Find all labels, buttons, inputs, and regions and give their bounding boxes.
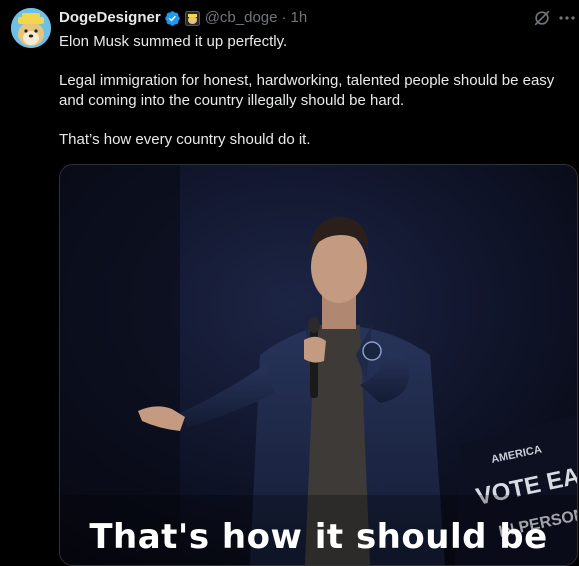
tweet[interactable]: DogeDesigner @cb_doge · 1h Elon Musk sum… [0, 0, 579, 566]
verified-badge-icon [164, 10, 181, 27]
avatar-image [11, 8, 51, 48]
tweet-text: Elon Musk summed it up perfectly. Legal … [59, 32, 574, 169]
grok-icon [534, 10, 550, 26]
tweet-header: DogeDesigner @cb_doge · 1h [59, 8, 307, 28]
more-icon [559, 16, 575, 20]
more-button[interactable] [556, 8, 578, 28]
tweet-paragraph: That’s how every country should do it. [59, 131, 311, 148]
header-separator: · [281, 9, 287, 26]
tweet-paragraph: Elon Musk summed it up perfectly. [59, 33, 288, 50]
video-frame: AMERICA VOTE EARLY IN PERSON [60, 165, 577, 565]
affiliate-badge-icon[interactable] [184, 10, 200, 26]
video-caption: That's how it should be [89, 517, 548, 557]
tweet-paragraph: Legal immigration for honest, hardworkin… [59, 72, 555, 109]
author-display-name[interactable]: DogeDesigner [59, 8, 161, 28]
avatar[interactable] [11, 8, 51, 48]
author-handle[interactable]: @cb_doge [205, 8, 278, 28]
grok-button[interactable] [532, 8, 552, 28]
timestamp[interactable]: 1h [290, 8, 307, 28]
video-player[interactable]: AMERICA VOTE EARLY IN PERSON That's how … [59, 164, 578, 566]
